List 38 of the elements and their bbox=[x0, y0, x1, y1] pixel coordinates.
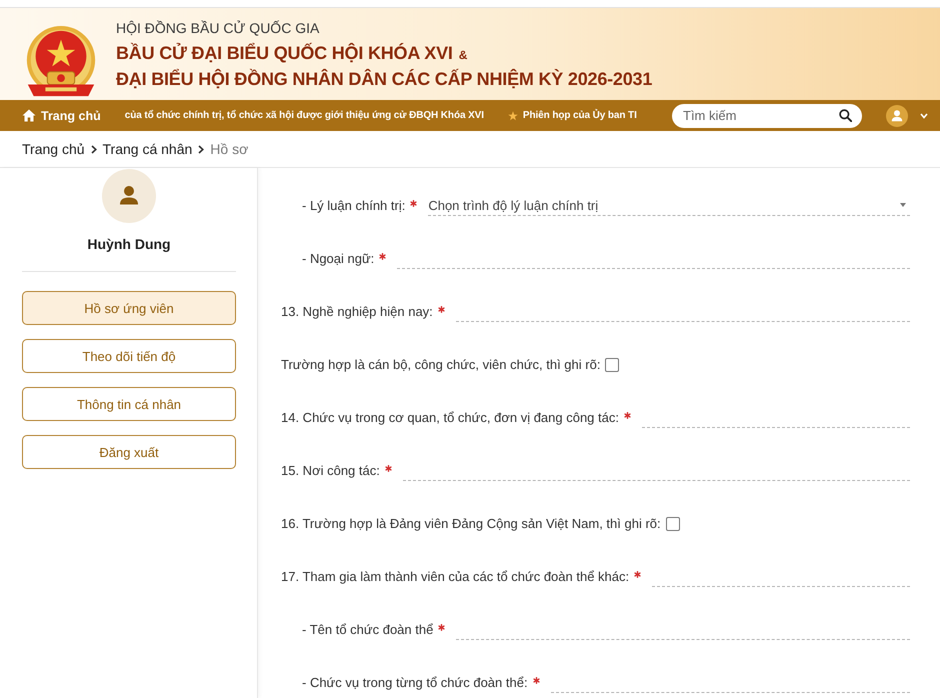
checkbox[interactable] bbox=[666, 516, 680, 530]
field-label: - Ngoại ngữ: bbox=[302, 251, 374, 266]
home-icon bbox=[22, 109, 36, 122]
breadcrumb-link[interactable]: Trang chủ bbox=[22, 141, 85, 157]
select-field[interactable]: Chọn trình độ lý luận chính trị bbox=[428, 196, 910, 216]
caret-down-icon bbox=[900, 203, 906, 207]
nav-link[interactable]: của tổ chức chính trị, tổ chức xã hội được giới thiệu ứng cử ĐBQH Khóa XVI bbox=[124, 110, 484, 121]
breadcrumb-link[interactable]: Trang cá nhân bbox=[102, 141, 192, 157]
nav-link[interactable]: Trang chủ bbox=[22, 108, 101, 122]
search-icon[interactable] bbox=[839, 109, 852, 122]
user-avatar-icon[interactable] bbox=[886, 104, 908, 126]
star-icon bbox=[508, 110, 518, 120]
field-label: 17. Tham gia làm thành viên của các tổ chức đoàn thể khác: bbox=[281, 569, 630, 584]
user-avatar-icon bbox=[102, 169, 156, 223]
search-field[interactable]: Tìm kiếm bbox=[672, 104, 862, 128]
checkbox[interactable] bbox=[605, 358, 620, 372]
nav-link[interactable]: Phiên họp của Ủy ban TI bbox=[508, 110, 637, 121]
field-label: Trường hợp là cán bộ, công chức, viên chức, thì ghi rõ: bbox=[281, 357, 600, 372]
agency-name: HỘI ĐỒNG BẦU CỬ QUỐC GIA bbox=[116, 19, 320, 38]
sidebar-menu-button[interactable]: Thông tin cá nhân bbox=[22, 387, 236, 421]
site-title: BẦU CỬ ĐẠI BIỂU QUỐC HỘI KHÓA XVI bbox=[116, 42, 453, 65]
sidebar-menu-button[interactable]: Hồ sơ ứng viên bbox=[22, 291, 236, 325]
field-label: 13. Nghề nghiệp hiện nay: bbox=[281, 304, 433, 319]
chevron-right-icon bbox=[198, 144, 204, 154]
breadcrumb-link[interactable]: Hồ sơ bbox=[210, 141, 248, 157]
site-title: ĐẠI BIỂU HỘI ĐỒNG NHÂN DÂN CÁC CẤP NHIỆM KỲ 2026-2031 bbox=[116, 68, 652, 91]
field-label: - Lý luận chính trị: bbox=[302, 198, 406, 213]
field-label: - Chức vụ trong từng tổ chức đoàn thể: bbox=[302, 675, 528, 690]
field-label: 14. Chức vụ trong cơ quan, tổ chức, đơn vị đang công tác: bbox=[281, 410, 619, 425]
field-label: - Tên tổ chức đoàn thể bbox=[302, 622, 434, 637]
ampersand: & bbox=[458, 48, 468, 62]
sidebar-menu-button[interactable]: Đăng xuất bbox=[22, 435, 236, 469]
chevron-right-icon bbox=[90, 144, 97, 154]
field-label: 16. Trường hợp là Đảng viên Đảng Cộng sản Việt Nam, thì ghi rõ: bbox=[281, 516, 661, 531]
caret-down-icon[interactable] bbox=[920, 112, 928, 118]
user-name: Huỳnh Dung bbox=[87, 235, 171, 254]
sidebar-menu-button[interactable]: Theo dõi tiến độ bbox=[22, 339, 236, 373]
field-label: 15. Nơi công tác: bbox=[281, 463, 380, 478]
